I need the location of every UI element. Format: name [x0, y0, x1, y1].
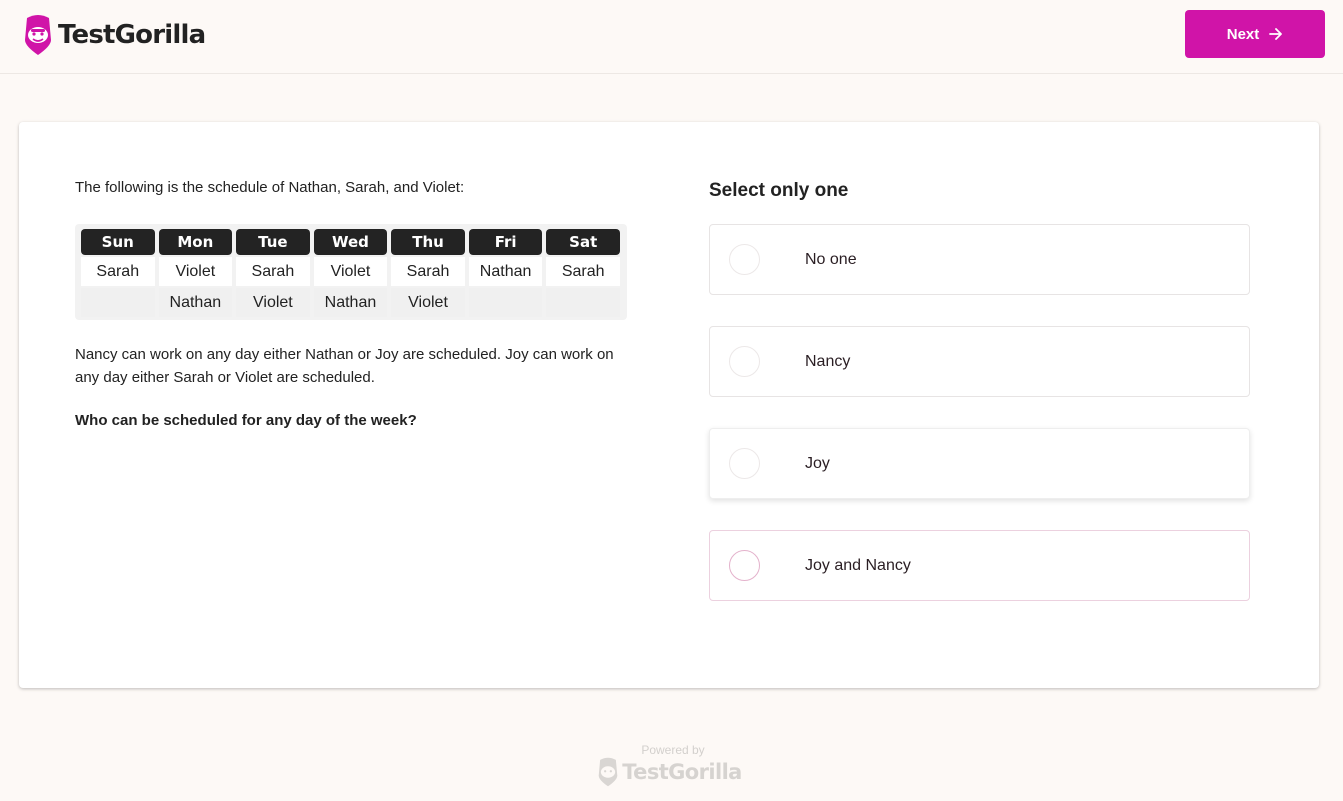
- answer-option-nancy[interactable]: Nancy: [709, 326, 1250, 397]
- schedule-cell: Violet: [236, 288, 310, 317]
- schedule-cell: Violet: [313, 257, 388, 286]
- arrow-right-icon: [1269, 28, 1283, 40]
- next-button[interactable]: Next: [1185, 10, 1325, 58]
- schedule-cell: Violet: [391, 288, 465, 317]
- schedule-cell: [546, 288, 620, 317]
- question-intro: The following is the schedule of Nathan,…: [75, 179, 465, 196]
- schedule-cell: Sarah: [391, 257, 465, 286]
- footer-logo: TestGorilla: [594, 757, 746, 787]
- day-header-sun: Sun: [81, 229, 155, 255]
- schedule-row: Sarah Violet Sarah Violet Sarah Nathan Sarah: [81, 257, 620, 286]
- schedule-table: Sun Mon Tue Wed Thu Fri Sat Sarah Violet Sarah Vi…: [75, 224, 627, 320]
- testgorilla-logo: TestGorilla: [24, 13, 206, 57]
- schedule-header-row: Sun Mon Tue Wed Thu Fri Sat: [81, 229, 620, 255]
- question-prompt: Who can be scheduled for any day of the …: [75, 412, 417, 429]
- day-header-wed: Wed: [313, 229, 388, 255]
- powered-by-text: Powered by: [641, 743, 705, 757]
- brand-name: TestGorilla: [58, 20, 206, 50]
- top-bar: TestGorilla Next: [0, 0, 1343, 74]
- gorilla-icon: [25, 15, 51, 55]
- powered-by-footer: Powered by TestGorilla: [594, 743, 746, 787]
- day-header-thu: Thu: [391, 229, 465, 255]
- answer-option-joy-and-nancy[interactable]: Joy and Nancy: [709, 530, 1250, 601]
- schedule-cell: Sarah: [236, 257, 310, 286]
- option-label: Joy: [805, 454, 830, 472]
- answer-option-no-one[interactable]: No one: [709, 224, 1250, 295]
- schedule-cell: Nathan: [313, 288, 388, 317]
- option-label: Nancy: [805, 352, 851, 370]
- day-header-sat: Sat: [546, 229, 620, 255]
- question-body: Nancy can work on any day either Nathan …: [75, 346, 614, 386]
- schedule-cell: Violet: [158, 257, 233, 286]
- answer-option-joy[interactable]: Joy: [709, 428, 1250, 499]
- schedule-row: Nathan Violet Nathan Violet: [81, 288, 620, 317]
- schedule-cell: [468, 288, 543, 317]
- gorilla-icon: [598, 757, 618, 787]
- select-instruction: Select only one: [709, 180, 849, 201]
- radio-button[interactable]: [729, 550, 760, 581]
- option-label: No one: [805, 250, 857, 268]
- radio-button[interactable]: [729, 346, 760, 377]
- radio-button[interactable]: [729, 244, 760, 275]
- schedule-cell: Sarah: [81, 257, 155, 286]
- day-header-fri: Fri: [468, 229, 543, 255]
- footer-brand: TestGorilla: [622, 760, 742, 784]
- option-label: Joy and Nancy: [805, 556, 911, 574]
- schedule-cell: Sarah: [546, 257, 620, 286]
- day-header-tue: Tue: [236, 229, 310, 255]
- radio-button[interactable]: [729, 448, 760, 479]
- schedule-cell: [81, 288, 155, 317]
- question-card: The following is the schedule of Nathan,…: [19, 122, 1319, 688]
- next-label: Next: [1226, 25, 1260, 43]
- day-header-mon: Mon: [158, 229, 233, 255]
- schedule-cell: Nathan: [158, 288, 233, 317]
- schedule-cell: Nathan: [468, 257, 543, 286]
